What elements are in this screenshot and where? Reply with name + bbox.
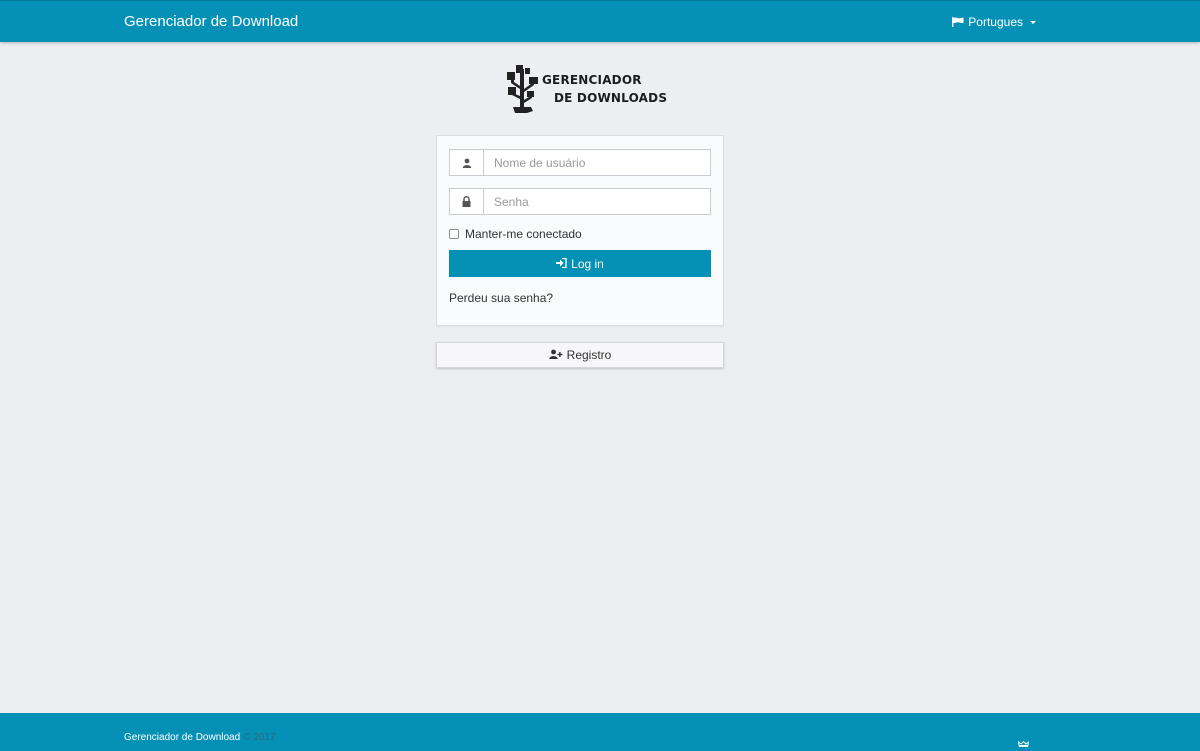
footer-copyright: © 2017 [243,732,276,743]
register-label: Registro [566,348,612,362]
user-icon [450,150,484,175]
footer-brand-link[interactable]: Gerenciador de Download [124,732,240,743]
username-group [449,149,711,176]
register-button[interactable]: Registro [436,342,724,368]
remember-me[interactable]: Manter-me conectado [449,227,582,241]
tree-download-logo-icon [507,65,538,113]
password-group [449,188,711,215]
footer-text: Gerenciador de Download © 2017 [124,732,276,743]
footer: Gerenciador de Download © 2017 [0,713,1200,751]
flag-icon [952,17,964,27]
crown-icon [1017,734,1030,751]
top-navbar: Gerenciador de Download Portugues [0,0,1200,42]
caret-down-icon [1030,21,1036,24]
sign-in-icon [556,257,567,271]
forgot-password-link[interactable]: Perdeu sua senha? [449,291,553,305]
login-button-label: Log in [571,256,604,271]
app-logo: GERENCIADOR DE DOWNLOADS [505,63,668,115]
language-dropdown[interactable]: Portugues [952,15,1036,29]
remember-label: Manter-me conectado [465,227,582,241]
password-input[interactable] [484,189,710,214]
lock-icon [450,189,484,214]
login-button[interactable]: Log in [449,250,711,277]
remember-checkbox[interactable] [449,229,459,239]
navbar-brand[interactable]: Gerenciador de Download [124,13,298,30]
login-panel: Manter-me conectado Log in Perdeu sua se… [436,135,724,326]
logo-line1: GERENCIADOR [542,73,642,87]
language-label: Portugues [968,15,1023,29]
username-input[interactable] [484,150,710,175]
logo-line2: DE DOWNLOADS [554,91,668,105]
user-plus-icon [548,348,563,362]
